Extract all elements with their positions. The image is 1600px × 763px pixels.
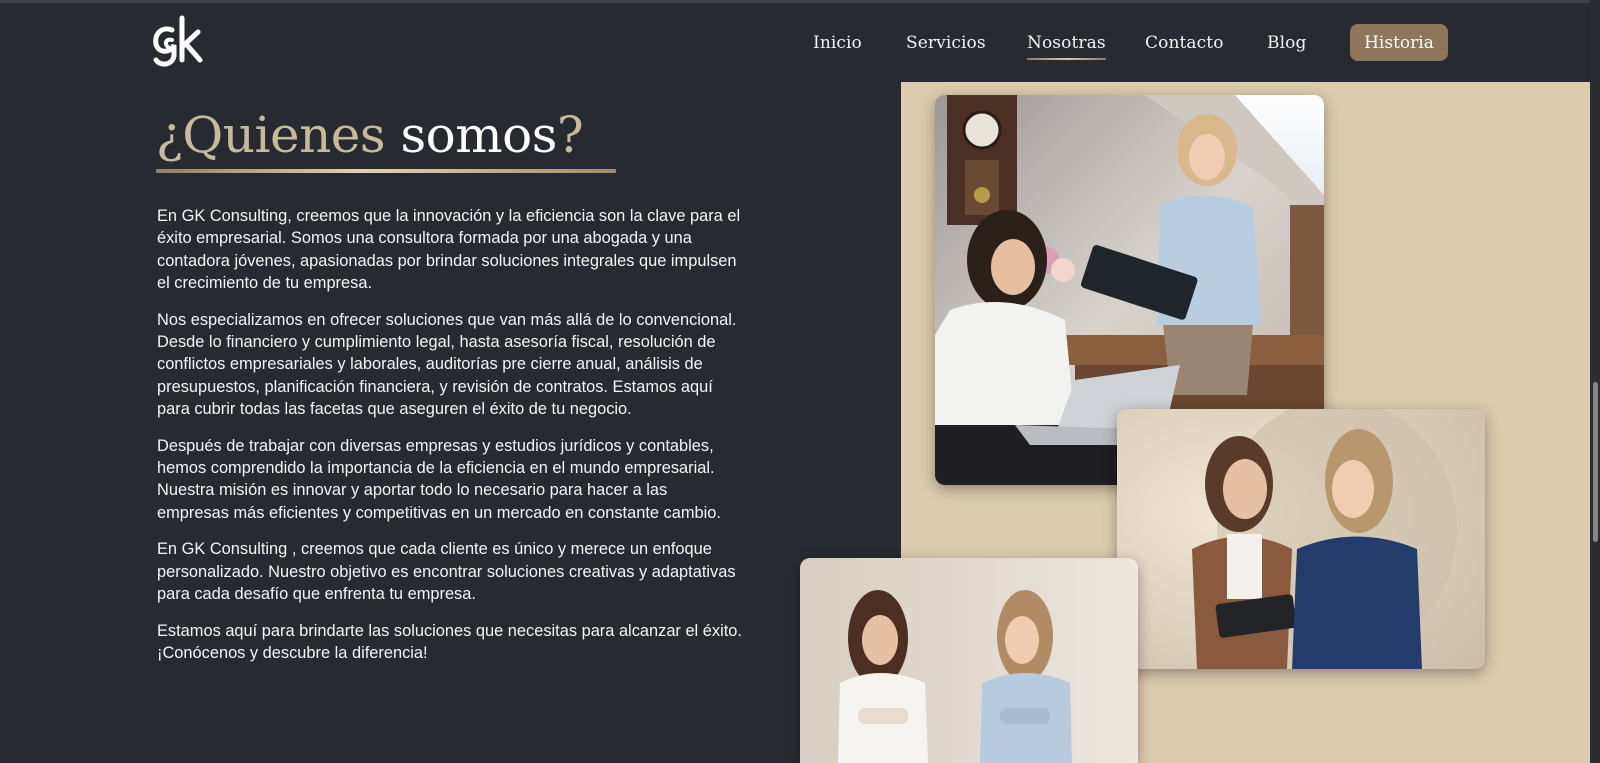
nav-servicios[interactable]: Servicios [906,24,986,62]
historia-button[interactable]: Historia [1350,24,1448,61]
top-border [0,0,1600,3]
page-title: ¿Quienes somos? [156,102,584,168]
about-paragraph-3: Después de trabajar con diversas empresa… [157,436,721,522]
title-underline [156,169,616,173]
nav-blog[interactable]: Blog [1267,24,1306,62]
nav-contacto[interactable]: Contacto [1145,24,1224,62]
scrollbar-track[interactable] [1590,0,1600,763]
title-part-2: somos [400,106,557,164]
about-paragraph-4: En GK Consulting , creemos que cada clie… [157,540,736,604]
team-tablet-photo [1117,409,1485,669]
about-paragraph-5: Estamos aquí para brindarte las solucion… [157,621,742,662]
team-standing-photo [800,558,1138,763]
title-part-3: ? [556,106,584,164]
about-paragraph-2: Nos especializamos en ofrecer soluciones… [157,310,737,419]
title-part-1: ¿Quienes [156,106,386,164]
about-paragraph-1: En GK Consulting, creemos que la innovac… [157,207,741,293]
nav-nosotras[interactable]: Nosotras [1027,24,1106,62]
about-text: En GK Consulting, creemos que la innovac… [157,205,742,678]
main-navigation: Inicio Servicios Nosotras Contacto Blog … [0,24,1600,64]
nav-inicio[interactable]: Inicio [813,24,862,62]
scrollbar-thumb[interactable] [1593,382,1598,542]
